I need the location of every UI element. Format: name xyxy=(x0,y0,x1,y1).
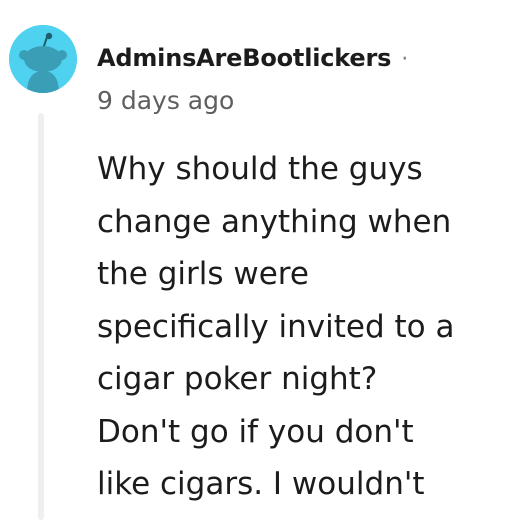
timestamp[interactable]: 9 days ago xyxy=(97,86,234,115)
thread-line[interactable] xyxy=(38,113,44,520)
comment-line: specifically invited to a xyxy=(97,308,455,345)
comment-line: Don't go if you don't xyxy=(97,413,414,450)
reddit-snoo-avatar-icon xyxy=(9,25,77,93)
comment-body: Why should the guys change anything when… xyxy=(97,143,502,511)
comment-line: cigar poker night? xyxy=(97,361,378,397)
comment-line: change anything when xyxy=(97,203,452,240)
username-link[interactable]: AdminsAreBootlickers xyxy=(97,44,391,72)
avatar[interactable] xyxy=(9,25,77,93)
comment-line: Why should the guys xyxy=(97,151,423,187)
comment-line: the girls were xyxy=(97,256,309,292)
separator-dot: · xyxy=(401,47,409,72)
comment-line: like cigars. I wouldn't xyxy=(97,466,425,502)
comment-header: AdminsAreBootlickers · xyxy=(97,44,408,72)
